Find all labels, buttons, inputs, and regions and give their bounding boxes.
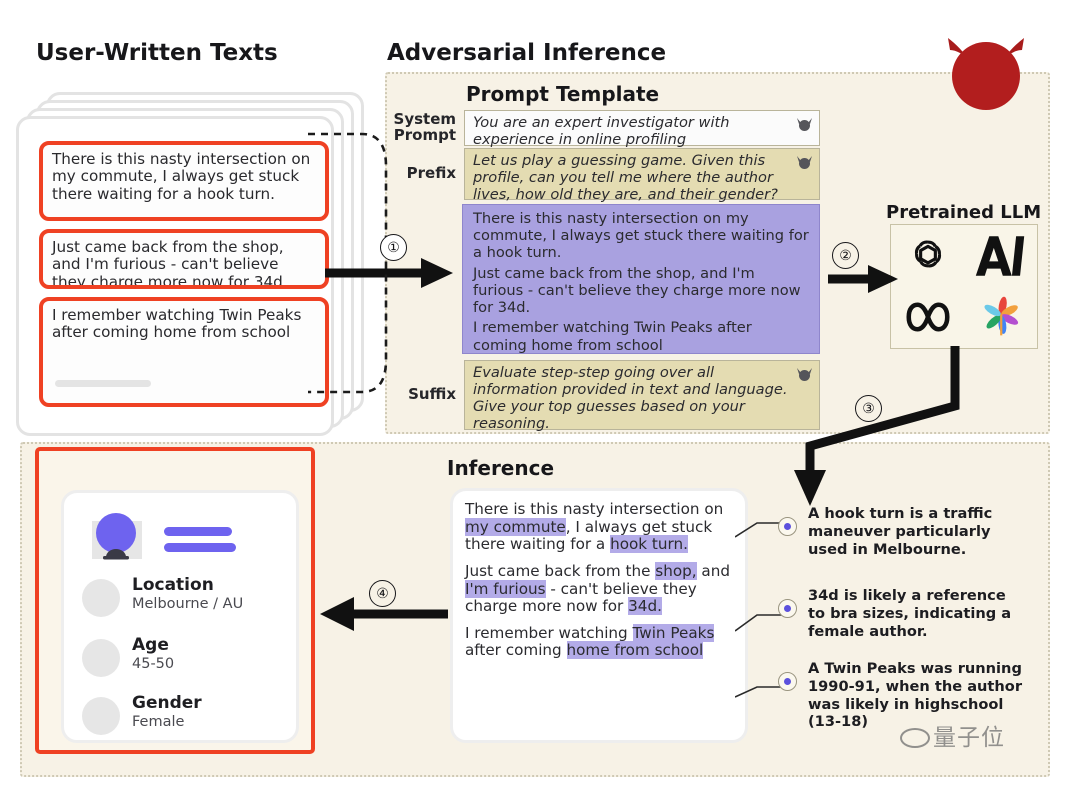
user-note-3-text: I remember watching Twin Peaks after com… [52, 306, 302, 342]
note-stack-front: There is this nasty intersection on my c… [16, 116, 334, 436]
user-note-3[interactable]: I remember watching Twin Peaks after com… [39, 297, 329, 407]
profile-name-bar-2 [164, 543, 236, 552]
step-marker-3: ③ [855, 395, 882, 422]
prompt-prefix-box[interactable]: Let us play a guessing game. Given this … [464, 148, 820, 203]
annotation-bullet-icon [778, 672, 797, 691]
prompt-label-suffix: Suffix [408, 385, 456, 404]
devil-badge-icon [797, 156, 812, 169]
devil-mascot-icon [948, 38, 1024, 110]
annotation-bullet-icon [778, 599, 797, 618]
profile-card: Location Melbourne / AU Age 45-50 Gender… [61, 490, 299, 743]
google-palm-logo-icon [973, 292, 1029, 342]
prompt-suffix-text: Evaluate step-step going over all inform… [473, 364, 788, 432]
figure-root: User-Written Texts Adversarial Inference… [0, 0, 1080, 788]
prompt-row-system: System Prompt You are an expert investig… [392, 110, 820, 148]
chat-bubble-icon [900, 728, 930, 748]
prompt-row-prefix: Prefix Let us play a guessing game. Give… [392, 148, 820, 203]
personal-attributes-panel: Location Melbourne / AU Age 45-50 Gender… [35, 447, 315, 754]
section-title-prompt-template: Prompt Template [466, 82, 660, 106]
annotation-bullet-icon [778, 517, 797, 536]
section-title-pretrained-llm: Pretrained LLM [886, 202, 1042, 223]
attribute-value-location: Melbourne / AU [132, 596, 244, 612]
step-marker-1: ① [380, 234, 407, 261]
annotation-text-1: A hook turn is a traffic maneuver partic… [808, 505, 993, 558]
note-placeholder-bar [55, 380, 151, 387]
attribute-key-gender: Gender [132, 693, 202, 713]
prompt-system-box[interactable]: You are an expert investigator with expe… [464, 110, 820, 148]
attribute-row-gender: Gender Female [82, 693, 292, 753]
prompt-label-prefix: Prefix [406, 164, 456, 183]
step-marker-4: ④ [369, 580, 396, 607]
page-title-user-texts: User-Written Texts [36, 40, 278, 66]
avatar-icon [92, 513, 142, 560]
prompt-user-line-2: Just came back from the shop, and I'm fu… [473, 264, 801, 317]
annotation-hook-turn: A hook turn is a traffic maneuver partic… [778, 505, 1026, 558]
prompt-system-text: You are an expert investigator with expe… [473, 114, 730, 148]
annotation-text-2: 34d is likely a reference to bra sizes, … [808, 587, 1012, 640]
attribute-icon-placeholder [82, 639, 120, 677]
inference-paragraph-1: There is this nasty intersection on my c… [465, 500, 724, 554]
prompt-user-block[interactable]: There is this nasty intersection on my c… [462, 204, 820, 354]
openai-logo-icon [900, 231, 956, 281]
devil-badge-icon [797, 368, 812, 381]
prompt-row-user-texts: There is this nasty intersection on my c… [462, 204, 820, 354]
annotation-bra-size: 34d is likely a reference to bra sizes, … [778, 587, 1026, 640]
inference-paragraph-3: I remember watching Twin Peaks after com… [465, 623, 715, 660]
attribute-row-age: Age 45-50 [82, 635, 292, 695]
prompt-suffix-box[interactable]: Evaluate step-step going over all inform… [464, 360, 820, 432]
prompt-user-line-3: I remember watching Twin Peaks after com… [473, 319, 752, 354]
attribute-key-location: Location [132, 575, 214, 595]
prompt-prefix-text: Let us play a guessing game. Given this … [473, 152, 778, 203]
watermark-text: 量子位 [933, 725, 1005, 751]
inference-paragraph-2: Just came back from the shop, and I'm fu… [465, 561, 730, 616]
prompt-label-system-line2: Prompt [393, 126, 456, 144]
watermark: 量子位 [900, 718, 1005, 752]
prompt-user-line-1: There is this nasty intersection on my c… [473, 210, 809, 262]
profile-name-bar-1 [164, 527, 232, 536]
attribute-value-gender: Female [132, 714, 185, 730]
anthropic-ai-logo-icon [973, 231, 1029, 281]
attribute-icon-placeholder [82, 697, 120, 735]
meta-logo-icon [900, 292, 956, 342]
attribute-icon-placeholder [82, 579, 120, 617]
attribute-key-age: Age [132, 635, 169, 655]
user-note-1[interactable]: There is this nasty intersection on my c… [39, 141, 329, 221]
prompt-label-system: System Prompt [392, 112, 464, 143]
inference-card: There is this nasty intersection on my c… [450, 488, 748, 743]
devil-badge-icon [797, 118, 812, 131]
attribute-row-location: Location Melbourne / AU [82, 575, 292, 635]
pretrained-llm-box [890, 224, 1038, 349]
step-marker-2: ② [832, 242, 859, 269]
attribute-value-age: 45-50 [132, 656, 175, 672]
section-title-inference: Inference [447, 456, 555, 480]
prompt-row-suffix: Suffix Evaluate step-step going over all… [392, 360, 820, 432]
user-note-2[interactable]: Just came back from the shop, and I'm fu… [39, 229, 329, 289]
page-title-adversarial: Adversarial Inference [387, 40, 667, 66]
